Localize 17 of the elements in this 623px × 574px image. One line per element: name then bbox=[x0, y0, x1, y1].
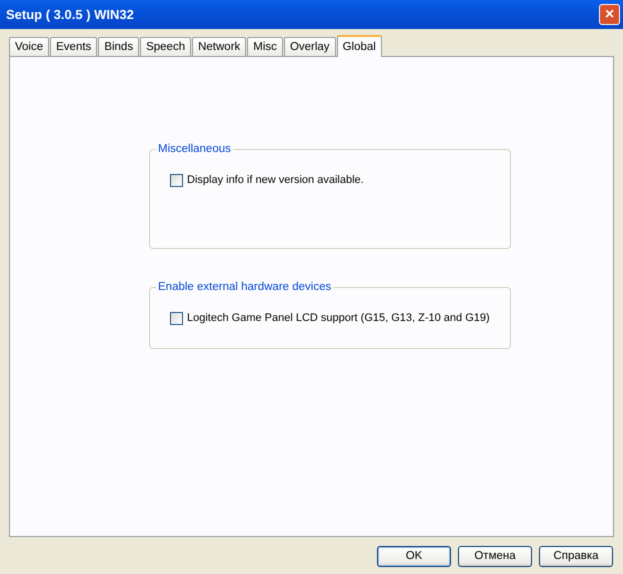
close-button[interactable]: × bbox=[599, 4, 620, 25]
tab[interactable]: Global bbox=[336, 35, 382, 57]
dialog-button[interactable]: Отмена bbox=[458, 546, 532, 567]
dialog-button[interactable]: Справка bbox=[539, 546, 613, 567]
tab[interactable]: Misc bbox=[247, 37, 283, 56]
tab[interactable]: Voice bbox=[9, 37, 50, 56]
dialog-button[interactable]: OK bbox=[377, 546, 451, 567]
tab[interactable]: Network bbox=[192, 37, 246, 56]
checkbox-label: Display info if new version available. bbox=[187, 173, 364, 188]
tab[interactable]: Overlay bbox=[284, 37, 336, 56]
checkbox[interactable] bbox=[170, 312, 183, 325]
checkbox-label: Logitech Game Panel LCD support (G15, G13, Z-10 and G19) bbox=[187, 311, 490, 326]
checkbox[interactable] bbox=[170, 174, 183, 187]
tab[interactable]: Events bbox=[50, 37, 98, 56]
tab[interactable]: Speech bbox=[140, 37, 192, 56]
window-title: Setup ( 3.0.5 ) WIN32 bbox=[6, 6, 134, 24]
tab[interactable]: Binds bbox=[98, 37, 140, 56]
